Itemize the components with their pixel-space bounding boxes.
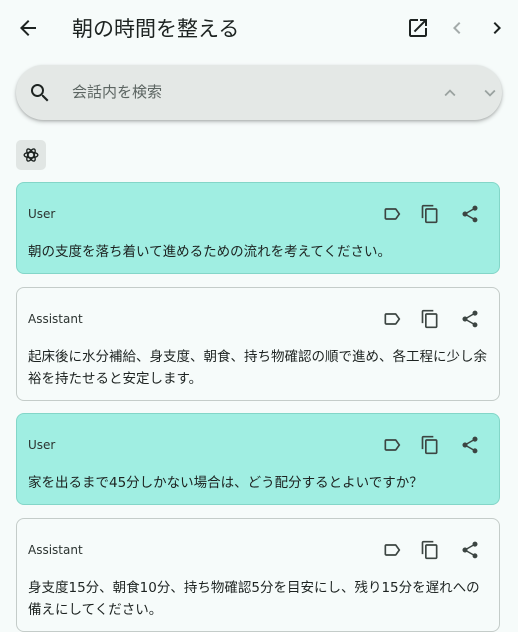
copy-icon bbox=[421, 309, 438, 329]
search-button[interactable] bbox=[24, 77, 56, 109]
share-button[interactable] bbox=[457, 306, 483, 332]
chevron-right-icon bbox=[493, 22, 501, 34]
message-card-assistant: Assistant 身支度15分、朝食10分、持ち物確認5分を目安にし、残り15… bbox=[16, 518, 500, 632]
open-in-new-icon bbox=[409, 19, 427, 37]
copy-icon bbox=[421, 435, 438, 455]
label-icon bbox=[384, 439, 401, 451]
top-app-bar: 朝の時間を整える bbox=[0, 0, 518, 58]
message-text: 朝の支度を落ち着いて進めるための流れを考えてください。 bbox=[28, 244, 392, 260]
search-input[interactable] bbox=[72, 79, 372, 105]
label-button[interactable] bbox=[379, 306, 405, 332]
model-badge bbox=[16, 140, 46, 170]
search-previous-match-button[interactable] bbox=[434, 77, 466, 109]
label-button[interactable] bbox=[379, 537, 405, 563]
search-icon bbox=[31, 84, 49, 102]
message-role: User bbox=[28, 438, 56, 452]
copy-button[interactable] bbox=[417, 201, 443, 227]
openai-logo-icon bbox=[23, 148, 39, 162]
chevron-up-icon bbox=[444, 89, 456, 97]
message-card-assistant: Assistant 起床後に水分補給、身支度、朝食、持ち物確認の順で進め、各工程… bbox=[16, 287, 500, 401]
previous-conversation-button[interactable] bbox=[441, 12, 473, 44]
copy-button[interactable] bbox=[417, 537, 443, 563]
copy-button[interactable] bbox=[417, 432, 443, 458]
message-text: 起床後に水分補給、身支度、朝食、持ち物確認の順で進め、各工程に少し余裕を持たせる… bbox=[28, 349, 487, 387]
conversation-search-bar bbox=[16, 65, 502, 120]
label-icon bbox=[384, 313, 401, 325]
message-role: Assistant bbox=[28, 543, 83, 557]
label-button[interactable] bbox=[379, 201, 405, 227]
label-icon bbox=[384, 208, 401, 220]
page-title: 朝の時間を整える bbox=[72, 17, 240, 41]
open-in-new-button[interactable] bbox=[402, 12, 434, 44]
search-next-match-button[interactable] bbox=[474, 77, 506, 109]
label-icon bbox=[384, 544, 401, 556]
share-icon bbox=[462, 541, 478, 559]
share-icon bbox=[462, 205, 478, 223]
message-text: 身支度15分、朝食10分、持ち物確認5分を目安にし、残り15分を遅れへの備えにし… bbox=[28, 580, 480, 618]
message-text: 家を出るまで45分しかない場合は、どう配分するとよいですか？ bbox=[28, 475, 423, 491]
share-button[interactable] bbox=[457, 537, 483, 563]
message-role: User bbox=[28, 207, 56, 221]
share-button[interactable] bbox=[457, 432, 483, 458]
copy-icon bbox=[421, 204, 438, 224]
back-button[interactable] bbox=[12, 12, 44, 44]
message-card-user: User 朝の支度を落ち着いて進めるための流れを考えてください。 bbox=[16, 182, 500, 274]
copy-button[interactable] bbox=[417, 306, 443, 332]
share-button[interactable] bbox=[457, 201, 483, 227]
chevron-down-icon bbox=[484, 89, 496, 97]
message-role: Assistant bbox=[28, 312, 83, 326]
label-button[interactable] bbox=[379, 432, 405, 458]
next-conversation-button[interactable] bbox=[481, 12, 513, 44]
chevron-left-icon bbox=[453, 22, 461, 34]
share-icon bbox=[462, 436, 478, 454]
copy-icon bbox=[421, 540, 438, 560]
arrow-left-icon bbox=[20, 20, 36, 36]
message-card-user: User 家を出るまで45分しかない場合は、どう配分するとよいですか？ bbox=[16, 413, 500, 505]
share-icon bbox=[462, 310, 478, 328]
